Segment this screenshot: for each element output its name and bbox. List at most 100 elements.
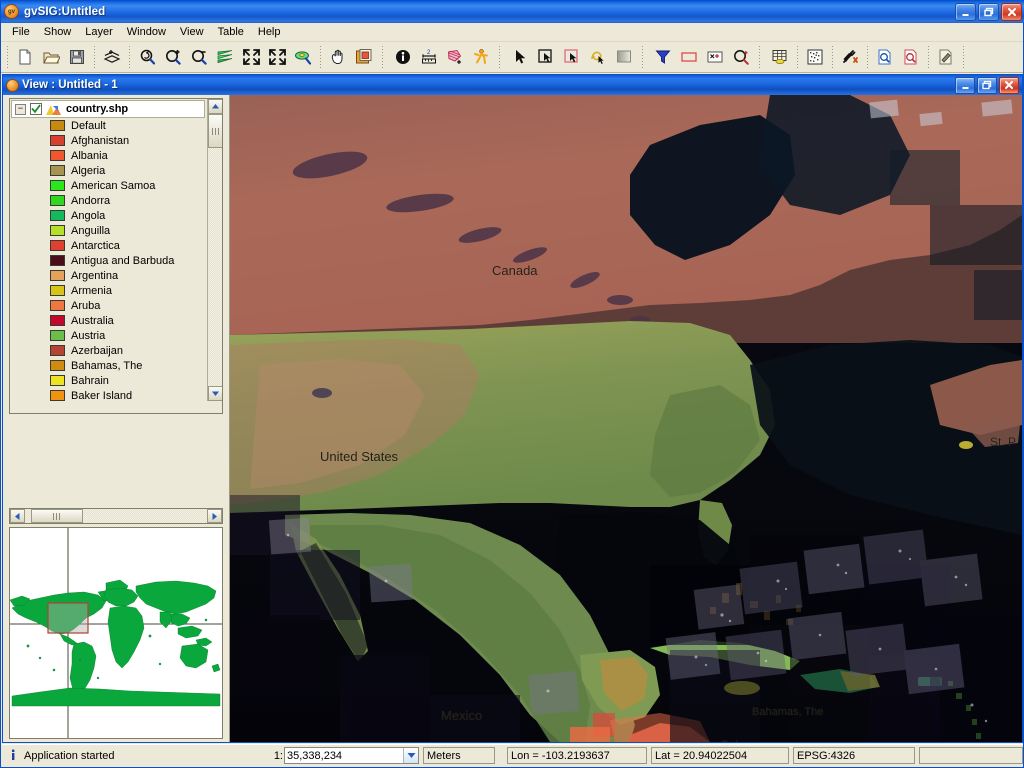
menu-window[interactable]: Window xyxy=(120,24,173,41)
list-item[interactable]: Austria xyxy=(10,328,208,343)
status-extra-field xyxy=(919,747,1023,764)
legend-tree[interactable]: − xyxy=(9,98,223,414)
window-title: gvSIG:Untitled xyxy=(24,6,105,18)
menu-file[interactable]: File xyxy=(5,24,37,41)
minimize-button[interactable] xyxy=(955,3,976,21)
map-units-field: Meters xyxy=(423,747,495,764)
map-canvas[interactable]: Canada United States St. P Mexico Cuba B… xyxy=(230,95,1022,742)
close-button[interactable] xyxy=(1001,3,1022,21)
menu-help[interactable]: Help xyxy=(251,24,288,41)
pan-hand-icon[interactable] xyxy=(325,44,351,70)
list-item[interactable]: Anguilla xyxy=(10,223,208,238)
menu-table[interactable]: Table xyxy=(211,24,251,41)
legend-swatch xyxy=(50,255,65,266)
toolbar-separator xyxy=(93,46,96,68)
edit-page-icon[interactable] xyxy=(933,44,959,70)
shapefile-layer-icon xyxy=(46,103,61,116)
new-project-icon[interactable] xyxy=(12,44,38,70)
list-item[interactable]: Angola xyxy=(10,208,208,223)
overview-map[interactable] xyxy=(9,527,223,739)
legend-swatch xyxy=(50,195,65,206)
scroll-left-arrow-icon[interactable] xyxy=(10,509,25,523)
view-window-controls xyxy=(955,77,1022,94)
view-close-button[interactable] xyxy=(999,77,1019,94)
toolbar-separator xyxy=(758,46,763,68)
add-layer-icon[interactable] xyxy=(99,44,125,70)
scrollbar-track[interactable] xyxy=(208,114,223,386)
hscrollbar-thumb[interactable] xyxy=(31,509,83,523)
clear-selection-icon[interactable] xyxy=(611,44,637,70)
scale-combobox[interactable]: 35,338,234 xyxy=(284,747,419,764)
info-icon[interactable] xyxy=(390,44,416,70)
filter-funnel-icon[interactable] xyxy=(650,44,676,70)
list-item[interactable]: Andorra xyxy=(10,193,208,208)
legend-horizontal-scrollbar[interactable] xyxy=(9,508,223,524)
menu-layer[interactable]: Layer xyxy=(78,24,120,41)
list-item[interactable]: Antarctica xyxy=(10,238,208,253)
layer-row-country-shp[interactable]: − xyxy=(11,100,205,118)
chevron-down-icon[interactable] xyxy=(403,748,418,763)
legend-swatch xyxy=(50,390,65,401)
list-item[interactable]: Australia xyxy=(10,313,208,328)
list-item[interactable]: Albania xyxy=(10,148,208,163)
list-item[interactable]: Default xyxy=(10,118,208,133)
select-arrow-icon[interactable] xyxy=(507,44,533,70)
query-search-icon[interactable] xyxy=(728,44,754,70)
scroll-right-arrow-icon[interactable] xyxy=(207,509,222,523)
list-item[interactable]: Armenia xyxy=(10,283,208,298)
list-item[interactable]: Bahamas, The xyxy=(10,358,208,373)
open-project-icon[interactable] xyxy=(38,44,64,70)
list-item[interactable]: Baker Island xyxy=(10,388,208,401)
list-item[interactable]: Afghanistan xyxy=(10,133,208,148)
zoom-out-center-icon[interactable] xyxy=(264,44,290,70)
expander-toggle[interactable]: − xyxy=(15,104,26,115)
list-item[interactable]: Azerbaijan xyxy=(10,343,208,358)
zoom-to-layer-icon[interactable] xyxy=(290,44,316,70)
select-rectangle-icon[interactable] xyxy=(533,44,559,70)
scroll-down-arrow-icon[interactable] xyxy=(208,386,223,401)
zoom-in-center-icon[interactable] xyxy=(238,44,264,70)
zoom-in-icon[interactable] xyxy=(160,44,186,70)
status-bar: Application started 1: 35,338,234 Meters… xyxy=(2,744,1023,766)
maximize-restore-button[interactable] xyxy=(978,3,999,21)
list-item[interactable]: Bahrain xyxy=(10,373,208,388)
select-polygon-icon[interactable] xyxy=(559,44,585,70)
tools-wrench-icon[interactable] xyxy=(837,44,863,70)
list-item[interactable]: Argentina xyxy=(10,268,208,283)
list-item[interactable]: Aruba xyxy=(10,298,208,313)
measure-distance-icon[interactable]: 2 xyxy=(416,44,442,70)
page-preview-red-icon[interactable] xyxy=(898,44,924,70)
layer-visibility-checkbox[interactable] xyxy=(30,103,42,115)
view-restore-button[interactable] xyxy=(977,77,997,94)
list-item[interactable]: American Samoa xyxy=(10,178,208,193)
attribute-table-icon[interactable] xyxy=(767,44,793,70)
menu-view[interactable]: View xyxy=(173,24,211,41)
zoom-out-icon[interactable] xyxy=(186,44,212,70)
list-item[interactable]: Antigua and Barbuda xyxy=(10,253,208,268)
save-project-icon[interactable] xyxy=(64,44,90,70)
select-by-attributes-icon[interactable] xyxy=(702,44,728,70)
measure-area-icon[interactable] xyxy=(442,44,468,70)
zoom-to-selection-icon[interactable] xyxy=(676,44,702,70)
legend-label: Argentina xyxy=(71,270,118,282)
legend-vertical-scrollbar[interactable] xyxy=(207,99,222,401)
hscrollbar-track[interactable] xyxy=(25,509,207,523)
select-polyline-icon[interactable] xyxy=(585,44,611,70)
geoprocess-icon[interactable] xyxy=(802,44,828,70)
list-item[interactable]: Algeria xyxy=(10,163,208,178)
legend-label: Austria xyxy=(71,330,105,342)
zoom-previous-icon[interactable] xyxy=(134,44,160,70)
menu-show[interactable]: Show xyxy=(37,24,79,41)
main-title-bar: gv gvSIG:Untitled xyxy=(1,1,1024,23)
view-minimize-button[interactable] xyxy=(955,77,975,94)
legend-swatch xyxy=(50,135,65,146)
page-preview-blue-icon[interactable] xyxy=(872,44,898,70)
animation-icon[interactable] xyxy=(468,44,494,70)
scrollbar-thumb[interactable] xyxy=(208,114,223,148)
toolbar-separator xyxy=(796,46,799,68)
map-graphic xyxy=(230,95,1022,742)
locator-setup-icon[interactable] xyxy=(351,44,377,70)
legend-swatch xyxy=(50,360,65,371)
zoom-full-extent-icon[interactable] xyxy=(212,44,238,70)
scroll-up-arrow-icon[interactable] xyxy=(208,99,223,114)
